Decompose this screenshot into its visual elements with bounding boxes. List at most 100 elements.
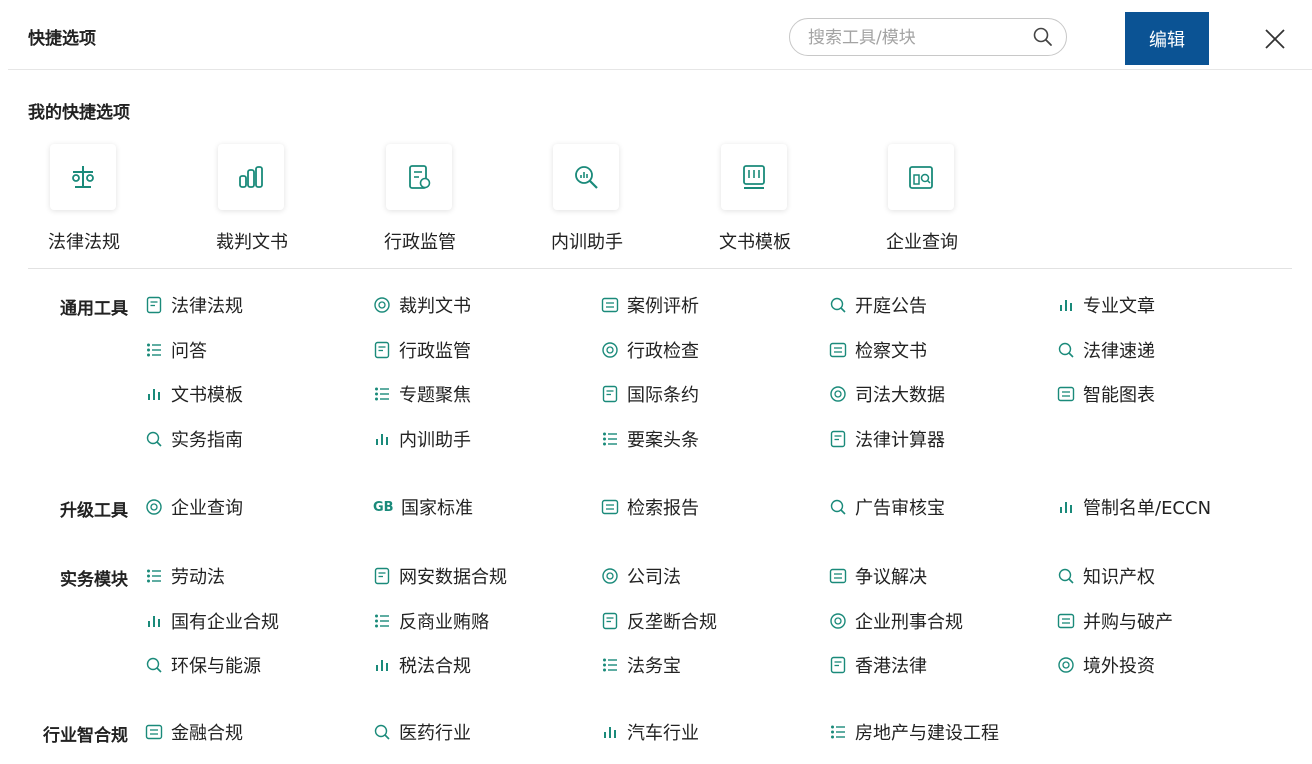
panel-header: 快捷选项 编辑 [8,0,1312,70]
tool-item[interactable]: 税法合规 [373,652,471,678]
tool-item[interactable]: 国际条约 [601,381,699,407]
books-icon[interactable] [218,144,284,210]
tool-item[interactable]: 反商业贿赂 [373,608,489,634]
tool-label: 环保与能源 [171,656,261,677]
tool-item[interactable]: 检索报告 [601,494,699,520]
quick-item[interactable]: 企业查询 [862,144,982,254]
tool-icon [601,341,619,359]
tool-item[interactable]: 专业文章 [1057,292,1155,318]
tool-icon [145,296,163,314]
tool-label: 内训助手 [399,429,471,451]
tool-icon [829,341,847,359]
tool-label: 反商业贿赂 [399,611,489,633]
tool-item[interactable]: 广告审核宝 [829,494,945,520]
tool-icon [829,612,847,630]
tool-item[interactable]: 法务宝 [601,652,681,678]
tool-label: 香港法律 [855,656,927,677]
tool-icon [145,385,163,403]
tool-item[interactable]: 房地产与建设工程 [829,719,999,745]
scale-icon[interactable] [50,144,116,210]
tool-label: 检索报告 [627,498,699,519]
close-icon[interactable] [1264,28,1286,50]
tool-label: 劳动法 [171,567,225,588]
tool-item[interactable]: 案例评析 [601,292,699,318]
tool-label: 网安数据合规 [399,567,507,588]
tool-item[interactable]: 汽车行业 [601,719,699,745]
tool-item[interactable]: 智能图表 [1057,381,1155,407]
tool-icon [1057,567,1075,585]
tool-item[interactable]: GB 国家标准 [373,494,473,520]
tool-icon [145,656,163,674]
quick-item[interactable]: 内训助手 [527,144,647,254]
tool-item[interactable]: 反垄断合规 [601,608,717,634]
tool-label: 企业刑事合规 [855,611,963,633]
quick-item-label: 行政监管 [384,232,456,253]
tool-label: 境外投资 [1083,656,1155,677]
tool-item[interactable]: 劳动法 [145,563,225,589]
tool-icon [373,385,391,403]
tool-icon [373,656,391,674]
tool-item[interactable]: 专题聚焦 [373,381,471,407]
tool-item[interactable]: 境外投资 [1057,652,1155,678]
search-icon[interactable] [1032,26,1054,48]
quick-item[interactable]: 法律法规 [24,144,144,254]
tool-item[interactable]: 金融合规 [145,719,243,745]
tool-item[interactable]: 企业刑事合规 [829,608,963,634]
tool-item[interactable]: 法律法规 [145,292,243,318]
tool-item[interactable]: 环保与能源 [145,652,261,678]
tool-label: 专业文章 [1083,296,1155,317]
tool-item[interactable]: 网安数据合规 [373,563,507,589]
edit-button[interactable]: 编辑 [1125,12,1209,65]
tool-item[interactable]: 实务指南 [145,426,243,452]
tool-label: 房地产与建设工程 [855,723,999,744]
tool-item[interactable]: 内训助手 [373,426,471,452]
quick-item-label: 企业查询 [886,232,958,253]
tool-item[interactable]: 企业查询 [145,494,243,520]
tool-item[interactable]: 开庭公告 [829,292,927,318]
tool-label: 法律速递 [1083,340,1155,362]
tool-item[interactable]: 公司法 [601,563,681,589]
tool-icon [601,498,619,516]
tool-label: 智能图表 [1083,385,1155,406]
tool-item[interactable]: 医药行业 [373,719,471,745]
search-input[interactable] [806,25,1030,51]
company-search-icon[interactable] [888,144,954,210]
tool-item[interactable]: 行政监管 [373,337,471,363]
admin-doc-icon[interactable] [386,144,452,210]
quick-item[interactable]: 行政监管 [360,144,480,254]
tool-item[interactable]: 裁判文书 [373,292,471,318]
tool-item[interactable]: 并购与破产 [1057,608,1173,634]
tool-label: 知识产权 [1083,567,1155,588]
tool-icon [145,430,163,448]
tool-icon [601,385,619,403]
tool-item[interactable]: 知识产权 [1057,563,1155,589]
tool-label: 案例评析 [627,296,699,317]
magnifier-chart-icon[interactable] [553,144,619,210]
template-icon[interactable] [721,144,787,210]
tool-item[interactable]: 争议解决 [829,563,927,589]
tool-item[interactable]: 香港法律 [829,652,927,678]
tool-label: 实务指南 [171,429,243,451]
tool-item[interactable]: 行政检查 [601,337,699,363]
tool-label: 争议解决 [855,567,927,588]
tool-item[interactable]: 要案头条 [601,426,699,452]
tool-item[interactable]: 法律计算器 [829,426,945,452]
tool-item[interactable]: 问答 [145,337,207,363]
tool-icon [601,296,619,314]
quick-item[interactable]: 裁判文书 [192,144,312,254]
tool-label: 开庭公告 [855,296,927,317]
tool-icon [1057,296,1075,314]
tool-item[interactable]: 国有企业合规 [145,608,279,634]
tool-item[interactable]: 检察文书 [829,337,927,363]
tool-icon [145,498,163,516]
tool-item[interactable]: 司法大数据 [829,381,945,407]
tool-item[interactable]: 文书模板 [145,381,243,407]
tool-icon [829,567,847,585]
tool-item[interactable]: 管制名单/ECCN [1057,494,1211,520]
tool-label: 医药行业 [399,723,471,744]
quick-item[interactable]: 文书模板 [695,144,815,254]
tool-label: 国际条约 [627,385,699,406]
search-box[interactable] [789,18,1067,56]
tool-item[interactable]: 法律速递 [1057,337,1155,363]
tool-label: 税法合规 [399,656,471,677]
